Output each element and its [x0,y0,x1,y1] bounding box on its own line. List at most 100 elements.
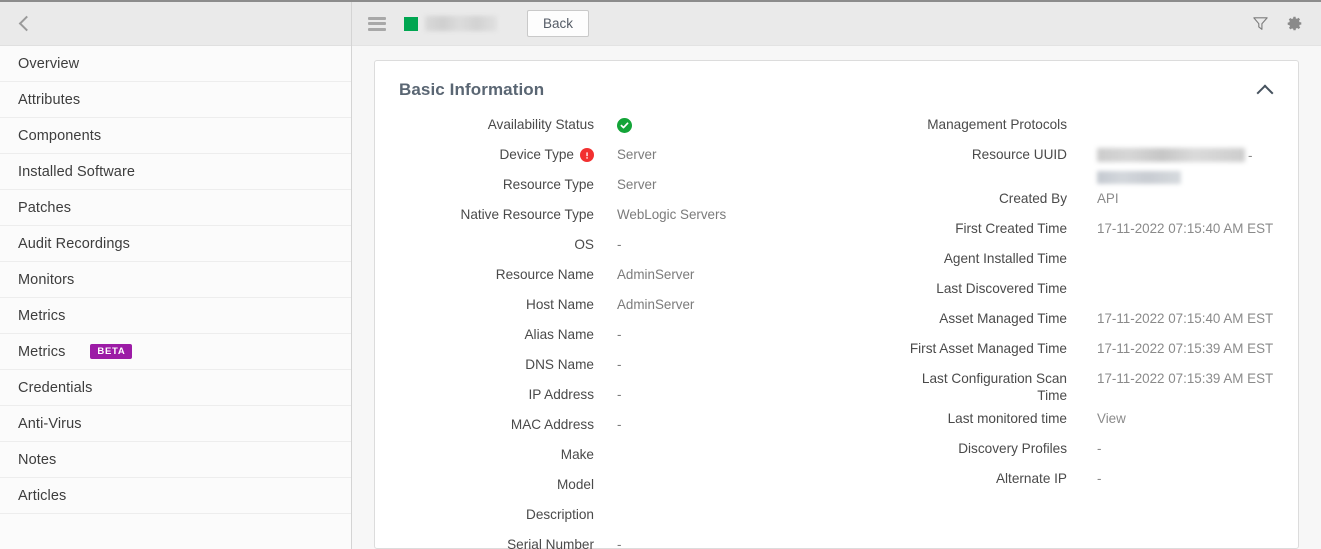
sidebar-item-label: Metrics [18,343,66,360]
resource-title-redacted [425,16,497,31]
field-value: - [1097,440,1102,456]
sidebar-item-patches[interactable]: Patches [0,190,351,226]
field-label: Device Type [399,142,594,163]
sidebar-item-label: Patches [18,199,72,216]
field-label: Make [399,442,594,463]
chevron-left-icon[interactable] [14,14,34,34]
app-root: Overview Attributes Components Installed… [0,0,1321,549]
field-label-text: IP Address [528,387,595,402]
field-value [1067,276,1321,280]
beta-badge: BETA [90,344,133,359]
hamburger-menu-icon[interactable] [368,16,386,31]
field-label: Resource Type [399,172,594,193]
sidebar-item-metrics-beta[interactable]: Metrics BETA [0,334,351,370]
sidebar-item-label: Overview [18,55,80,72]
sidebar-item-label: Credentials [18,379,93,396]
sidebar-item-label: Anti-Virus [18,415,82,432]
chevron-up-icon[interactable] [1256,81,1274,99]
main-area: Back Basic Information Availability Stat… [352,2,1321,549]
field-mac-address: MAC Address - [399,410,869,440]
sidebar-item-articles[interactable]: Articles [0,478,351,514]
field-description: Description [399,500,869,530]
field-alias-name: Alias Name - [399,320,869,350]
basic-information-card: Basic Information Availability Status De… [374,60,1299,549]
field-label: Last Configuration Scan Time [892,366,1067,404]
sidebar-item-label: Metrics [18,307,66,324]
field-resource-type: Resource Type Server [399,170,869,200]
field-label: Alias Name [399,322,594,343]
field-label: IP Address [399,382,595,403]
field-value: - [617,357,622,372]
sidebar-item-audit-recordings[interactable]: Audit Recordings [0,226,351,262]
sidebar: Overview Attributes Components Installed… [0,2,352,549]
field-label: Serial Number [399,532,594,549]
field-last-configuration-scan-time: Last Configuration Scan Time 17-11-2022 … [892,364,1321,404]
field-label: Last Discovered Time [892,276,1067,297]
alert-circle-icon[interactable] [580,148,594,162]
sidebar-item-attributes[interactable]: Attributes [0,82,351,118]
sidebar-item-monitors[interactable]: Monitors [0,262,351,298]
field-value: 17-11-2022 07:15:40 AM EST [1097,220,1274,236]
sidebar-item-credentials[interactable]: Credentials [0,370,351,406]
sidebar-item-metrics[interactable]: Metrics [0,298,351,334]
gear-icon[interactable] [1281,11,1307,37]
field-label-text: OS [574,237,594,252]
sidebar-item-installed-software[interactable]: Installed Software [0,154,351,190]
sidebar-item-label: Monitors [18,271,75,288]
sidebar-item-overview[interactable]: Overview [0,46,351,82]
sidebar-item-label: Installed Software [18,163,136,180]
view-link[interactable]: View [1067,406,1321,427]
field-value: Server [617,177,657,192]
field-label-text: Created By [998,190,1067,206]
field-value: 17-11-2022 07:15:39 AM EST [1097,340,1274,356]
field-label-text: Management Protocols [927,117,1067,132]
back-button[interactable]: Back [527,9,590,38]
field-value [1067,246,1321,250]
field-label-text: Asset Managed Time [939,310,1067,326]
field-label-text: Host Name [526,297,594,312]
field-label: Model [399,472,594,493]
field-first-created-time: First Created Time 17-11-2022 07:15:40 A… [892,214,1321,244]
field-label-text: First Asset Managed Time [909,340,1067,356]
field-availability-status: Availability Status [399,110,869,140]
field-label-text: Last Discovered Time [936,280,1067,296]
field-label-text: Last monitored time [947,410,1067,426]
sidebar-item-label: Attributes [18,91,81,108]
field-make: Make [399,440,869,470]
field-label: Description [399,502,594,523]
content-scroll-region[interactable]: Basic Information Availability Status De… [352,46,1321,549]
field-label-text: Make [560,447,594,462]
field-first-asset-managed-time: First Asset Managed Time 17-11-2022 07:1… [892,334,1321,364]
field-resource-uuid: Resource UUID - [892,140,1321,184]
field-management-protocols: Management Protocols [892,110,1321,140]
field-label-text: Alias Name [524,327,594,342]
field-label: Discovery Profiles [892,436,1067,457]
field-grid: Availability Status Device Type Server R… [375,110,1298,549]
sidebar-list-filler [0,514,351,549]
field-label: Resource Name [399,262,594,283]
field-value [1067,112,1321,116]
left-field-column: Availability Status Device Type Server R… [399,110,869,549]
field-label: Native Resource Type [399,202,595,223]
field-label: Resource UUID [892,142,1067,163]
sidebar-item-notes[interactable]: Notes [0,442,351,478]
field-label: Asset Managed Time [892,306,1067,327]
field-value: WebLogic Servers [617,207,727,222]
field-value: API [1097,190,1119,206]
field-label-text: Last Configuration Scan Time [921,370,1067,403]
field-label-text: MAC Address [510,417,594,432]
field-label-text: Alternate IP [995,470,1067,486]
sidebar-item-anti-virus[interactable]: Anti-Virus [0,406,351,442]
sidebar-item-components[interactable]: Components [0,118,351,154]
sidebar-header [0,2,351,46]
field-created-by: Created By API [892,184,1321,214]
green-status-square [404,16,418,31]
filter-funnel-icon[interactable] [1247,11,1273,37]
field-dns-name: DNS Name - [399,350,869,380]
field-host-name: Host Name AdminServer [399,290,869,320]
sidebar-item-label: Articles [18,487,67,504]
field-value: - [1097,470,1102,486]
field-label: Last monitored time [892,406,1067,427]
field-label: First Asset Managed Time [892,336,1067,357]
field-alternate-ip: Alternate IP - [892,464,1321,494]
